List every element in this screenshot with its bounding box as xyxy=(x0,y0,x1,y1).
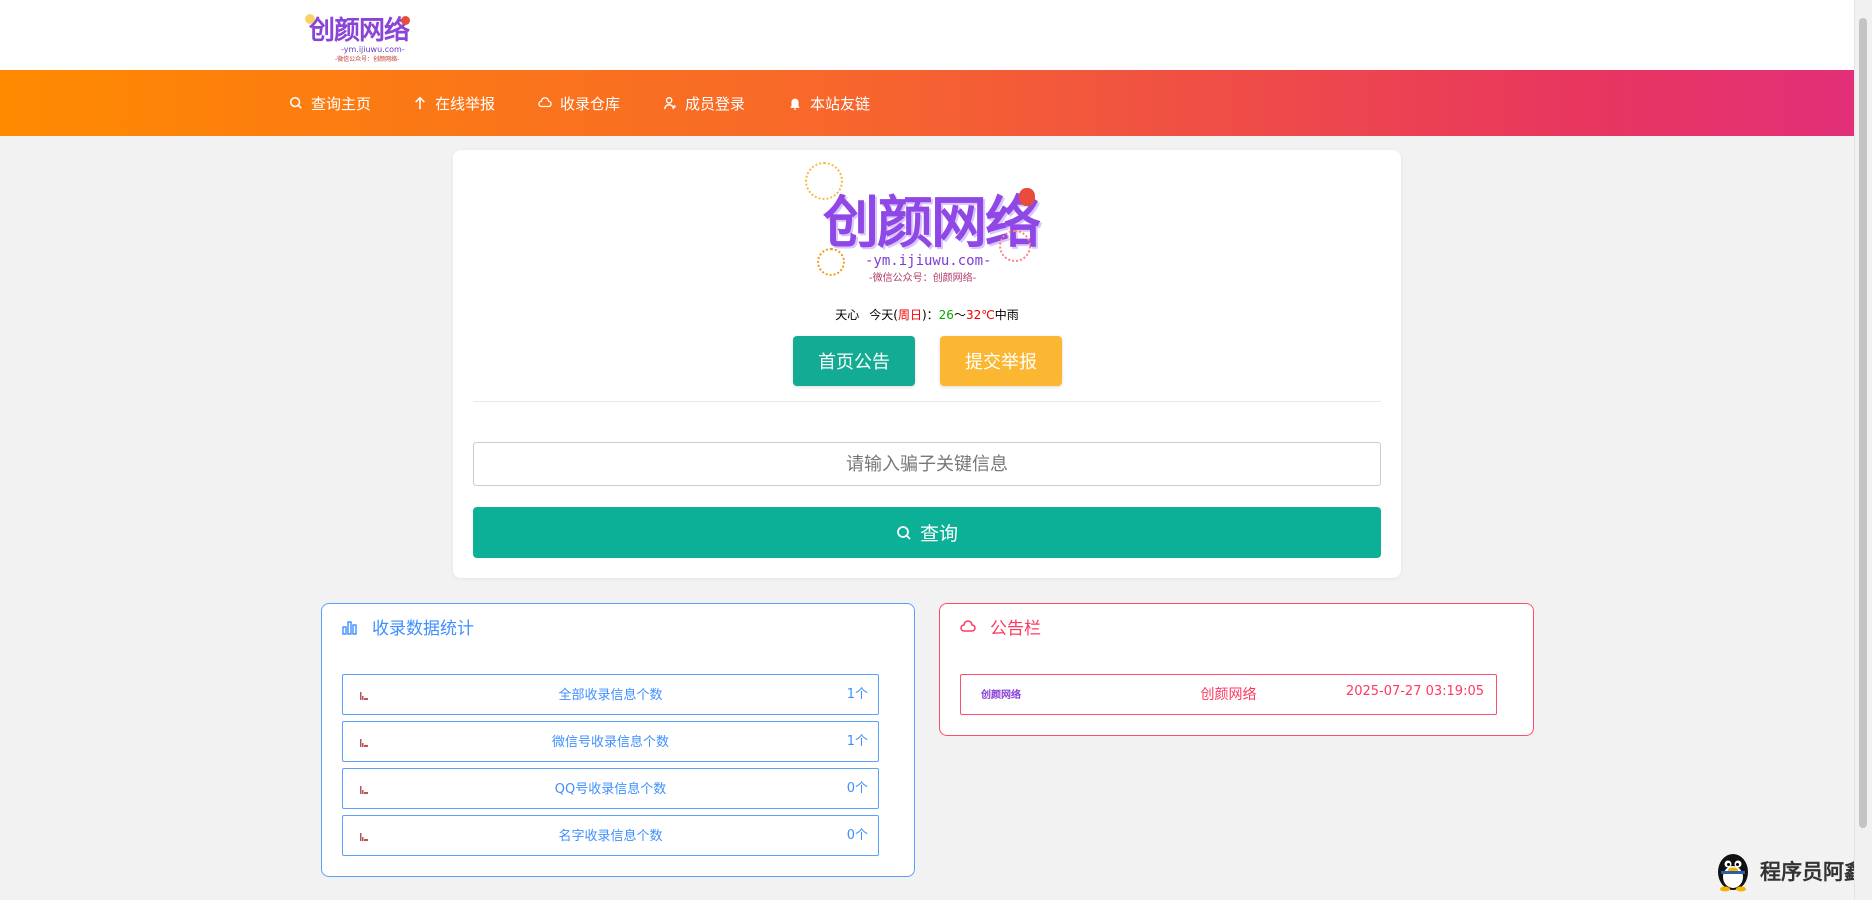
nav-item-search-home[interactable]: 查询主页 xyxy=(289,92,371,114)
bell-icon xyxy=(790,98,800,110)
notice-panel: 公告栏 创颜网络 创颜网络 2025-07-27 03:19:05 xyxy=(939,603,1534,736)
author-watermark: 程序员阿鑫 xyxy=(1712,850,1865,892)
stats-title-text: 收录数据统计 xyxy=(372,619,474,639)
lantern-decoration xyxy=(401,16,410,25)
search-icon xyxy=(897,525,911,540)
submit-report-button[interactable]: 提交举报 xyxy=(940,336,1062,386)
arrow-up-icon xyxy=(415,96,425,110)
stat-label: QQ号收录信息个数 xyxy=(554,782,667,797)
search-button-label: 查询 xyxy=(919,523,958,545)
home-notice-button[interactable]: 首页公告 xyxy=(793,336,915,386)
nav-item-friend-links[interactable]: 本站友链 xyxy=(788,92,870,114)
cloud-icon xyxy=(538,97,552,108)
main-logo-domain: -ym.ijiuwu.com- xyxy=(865,253,992,269)
stat-row-name: 名字收录信息个数 0个 xyxy=(342,815,879,856)
weather-day: 周日 xyxy=(897,308,922,322)
weather-tilde: ～ xyxy=(953,308,966,322)
watermark-text: 程序员阿鑫 xyxy=(1760,860,1865,884)
user-icon xyxy=(664,97,676,110)
weather-high-temp: 32℃ xyxy=(965,308,995,322)
notice-title-text: 公告栏 xyxy=(990,619,1041,639)
notice-panel-title: 公告栏 xyxy=(960,614,1041,639)
nav-item-label: 本站友链 xyxy=(810,94,871,113)
search-button[interactable]: 查询 xyxy=(473,507,1381,558)
nav-item-label: 收录仓库 xyxy=(560,94,621,113)
search-input[interactable] xyxy=(473,442,1381,486)
nav-item-label: 在线举报 xyxy=(435,94,496,113)
stats-panel: 收录数据统计 全部收录信息个数 1个 微信号收录信息个数 1个 QQ号收录信息个… xyxy=(321,603,915,877)
main-logo: 创颜网络 -ym.ijiuwu.com- -微信公众号：创颜网络- xyxy=(805,162,1043,284)
notice-item-time: 2025-07-27 03:19:05 xyxy=(1345,684,1484,699)
vertical-scrollbar[interactable] xyxy=(1854,0,1872,900)
stat-row-wechat: 微信号收录信息个数 1个 xyxy=(342,721,879,762)
lantern-decoration xyxy=(1019,188,1035,206)
bar-chart-icon xyxy=(342,620,357,635)
nav-item-label: 成员登录 xyxy=(685,94,746,113)
top-header: 创颜网络 -ym.ijiuwu.com- -微信公众号：创颜网络- xyxy=(0,0,1855,70)
stat-label: 名字收录信息个数 xyxy=(558,829,663,844)
search-card: 创颜网络 -ym.ijiuwu.com- -微信公众号：创颜网络- 天心 今天(周… xyxy=(453,150,1401,578)
weather-sep: )： xyxy=(921,308,939,322)
penguin-icon xyxy=(1718,854,1748,892)
cloud-icon xyxy=(960,619,976,632)
stats-panel-title: 收录数据统计 xyxy=(342,614,474,639)
site-logo[interactable]: 创颜网络 -ym.ijiuwu.com- -微信公众号：创颜网络- xyxy=(305,8,410,63)
logo-slogan: -微信公众号：创颜网络- xyxy=(335,56,400,63)
stat-row-qq: QQ号收录信息个数 0个 xyxy=(342,768,879,809)
main-navbar: 查询主页 在线举报 收录仓库 成员登录 本站友链 xyxy=(0,70,1855,136)
stat-label: 微信号收录信息个数 xyxy=(551,735,669,750)
stat-count: 1个 xyxy=(846,687,868,702)
nav-item-online-report[interactable]: 在线举报 xyxy=(413,92,495,114)
weather-condition: 中雨 xyxy=(994,308,1019,322)
stat-count: 0个 xyxy=(846,781,868,796)
divider xyxy=(473,401,1381,402)
weather-low-temp: 26 xyxy=(938,308,954,322)
nav-item-member-login[interactable]: 成员登录 xyxy=(663,92,745,114)
stat-count: 0个 xyxy=(846,828,868,843)
weather-widget[interactable]: 天心 今天(周日)：26～32℃中雨 xyxy=(453,306,1401,323)
logo-text: 创颜网络 xyxy=(309,16,410,46)
nav-item-repository[interactable]: 收录仓库 xyxy=(538,92,620,114)
scrollbar-thumb[interactable] xyxy=(1859,18,1867,828)
firework-decoration xyxy=(999,230,1031,262)
weather-today: 今天( xyxy=(869,308,898,322)
weather-city: 天心 xyxy=(835,308,860,322)
nav-item-label: 查询主页 xyxy=(311,94,372,113)
logo-domain: -ym.ijiuwu.com- xyxy=(341,45,405,54)
stat-row-all: 全部收录信息个数 1个 xyxy=(342,674,879,715)
stat-count: 1个 xyxy=(846,734,868,749)
main-logo-slogan: -微信公众号：创颜网络- xyxy=(869,273,977,284)
notice-item[interactable]: 创颜网络 创颜网络 2025-07-27 03:19:05 xyxy=(960,674,1497,715)
search-icon xyxy=(289,96,302,109)
stat-label: 全部收录信息个数 xyxy=(558,688,663,703)
